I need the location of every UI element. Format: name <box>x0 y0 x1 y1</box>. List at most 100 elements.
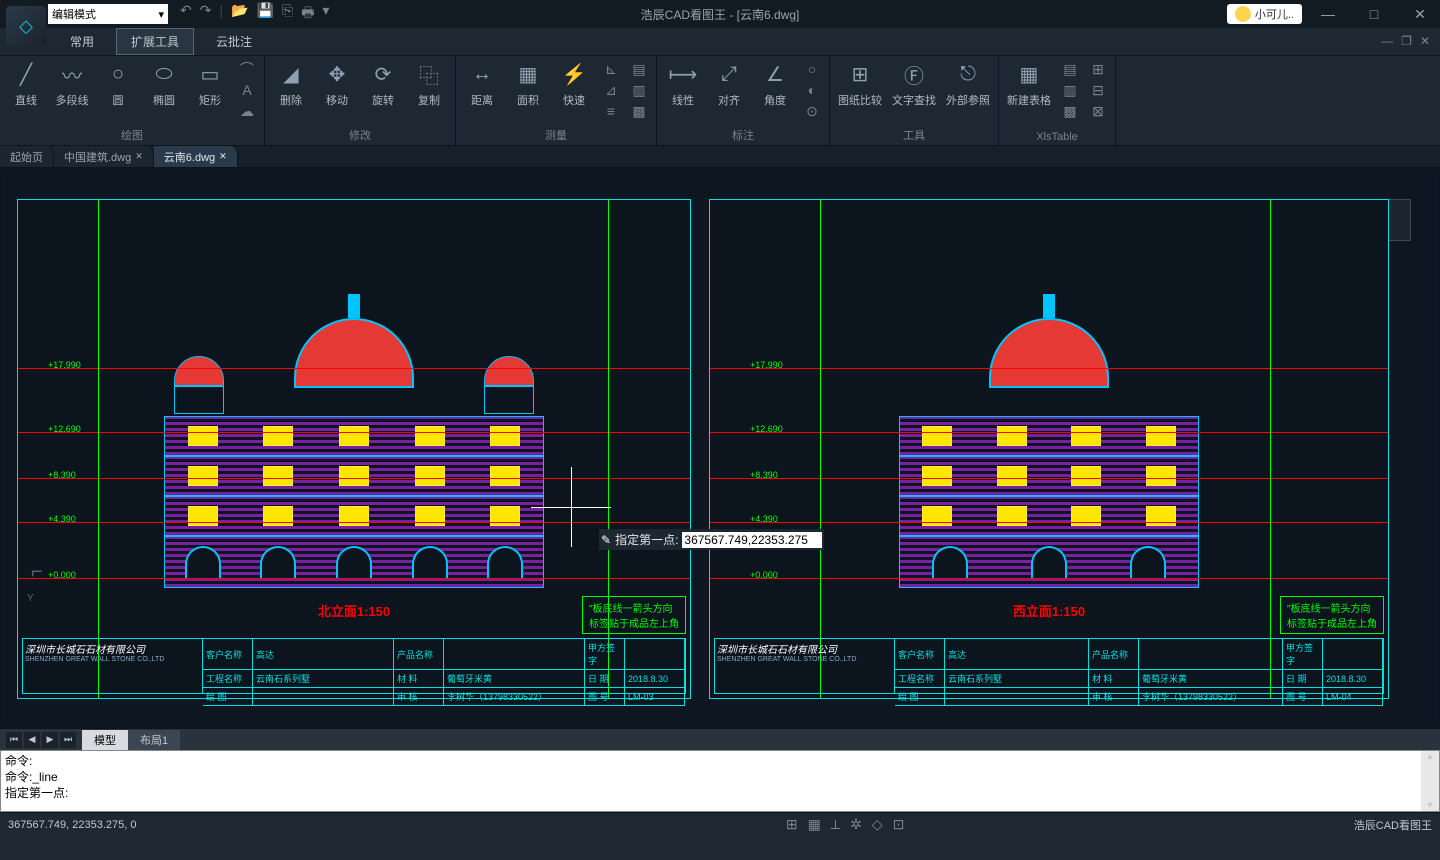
tab-china[interactable]: 中国建筑.dwg✕ <box>54 146 154 167</box>
measure-ext3-icon[interactable]: ≡ <box>602 102 620 120</box>
measure-ext5-icon[interactable]: ▥ <box>630 81 648 99</box>
tool-angle[interactable]: ∠角度 <box>757 60 793 108</box>
doc-close-icon[interactable]: ✕ <box>1420 34 1430 48</box>
doc-minimize-icon[interactable]: — <box>1381 34 1393 48</box>
tool-ellipse[interactable]: ⬭椭圆 <box>146 60 182 108</box>
save-icon[interactable]: 💾 <box>257 2 274 26</box>
tbl-ext3-icon[interactable]: ▩ <box>1061 102 1079 120</box>
viewport-west-elevation[interactable]: +17.990 +12.690 +8.390 +4.390 +0.000 西立面… <box>709 199 1389 699</box>
ortho-icon[interactable]: ⟂ <box>831 816 840 833</box>
drawing-canvas[interactable]: +17.990 +12.690 +8.390 +4.390 +0.000 北立面… <box>0 168 1440 728</box>
user-chip[interactable]: 小可儿.. <box>1227 4 1302 24</box>
text-icon[interactable]: A <box>238 81 256 99</box>
cmd-scrollbar[interactable]: ▴▾ <box>1421 751 1439 811</box>
tab-yunnan[interactable]: 云南6.dwg✕ <box>154 146 238 167</box>
layout-tab[interactable]: 布局1 <box>128 730 180 750</box>
angle-icon: ∠ <box>761 60 789 88</box>
tool-findtext[interactable]: Ⓕ文字查找 <box>892 60 936 108</box>
model-tab[interactable]: 模型 <box>82 730 128 750</box>
elev-label: +8.390 <box>48 470 76 480</box>
maximize-button[interactable]: □ <box>1354 0 1394 28</box>
tool-copy[interactable]: ⿻复制 <box>411 60 447 108</box>
snap-icon[interactable]: ⊞ <box>786 816 798 833</box>
close-icon[interactable]: ✕ <box>135 151 143 162</box>
menu-extend[interactable]: 扩展工具 <box>116 28 194 55</box>
nav-prev-icon[interactable]: ◀ <box>24 732 40 748</box>
tool-quick[interactable]: ⚡快速 <box>556 60 592 108</box>
tab-start[interactable]: 起始页 <box>0 146 54 167</box>
elev-label: +17.990 <box>750 360 783 370</box>
tool-move[interactable]: ✥移动 <box>319 60 355 108</box>
tblock-cell <box>1323 639 1383 670</box>
tbl-ext1-icon[interactable]: ▤ <box>1061 60 1079 78</box>
tbl-ext6-icon[interactable]: ⊠ <box>1089 102 1107 120</box>
tool-distance[interactable]: ↔距离 <box>464 60 500 108</box>
tool-circle[interactable]: ○圆 <box>100 60 136 108</box>
document-tabs: 起始页 中国建筑.dwg✕ 云南6.dwg✕ <box>0 146 1440 168</box>
tool-linear[interactable]: ⟼线性 <box>665 60 701 108</box>
tbl-ext5-icon[interactable]: ⊟ <box>1089 81 1107 99</box>
viewport-north-elevation[interactable]: +17.990 +12.690 +8.390 +4.390 +0.000 北立面… <box>17 199 691 699</box>
nav-next-icon[interactable]: ▶ <box>42 732 58 748</box>
elev-label: +0.000 <box>48 570 76 580</box>
menu-cloud[interactable]: 云批注 <box>202 29 266 54</box>
user-name: 小可儿.. <box>1255 6 1294 22</box>
tool-compare[interactable]: ⊞图纸比较 <box>838 60 882 108</box>
polar-icon[interactable]: ✲ <box>850 816 862 833</box>
close-button[interactable]: ✕ <box>1400 0 1440 28</box>
title-block-left: 深圳市长城石石材有限公司SHENZHEN GREAT WALL STONE CO… <box>22 638 686 694</box>
ucs-icon: ⌐Y <box>31 561 43 607</box>
move-icon: ✥ <box>323 60 351 88</box>
grid-icon[interactable]: ▦ <box>808 816 821 833</box>
nav-first-icon[interactable]: ⏮ <box>6 732 22 748</box>
tool-rect[interactable]: ▭矩形 <box>192 60 228 108</box>
tool-polyline[interactable]: 〰多段线 <box>54 60 90 108</box>
undo-icon[interactable]: ↶ <box>180 2 192 26</box>
cloud-icon[interactable]: ☁ <box>238 102 256 120</box>
measure-ext6-icon[interactable]: ▩ <box>630 102 648 120</box>
cmd-line: 命令:_line <box>5 769 1417 785</box>
tool-xref[interactable]: ⎋外部参照 <box>946 60 990 108</box>
tool-delete[interactable]: ◢删除 <box>273 60 309 108</box>
open-icon[interactable]: 📂 <box>231 2 248 26</box>
tool-newtable[interactable]: ▦新建表格 <box>1007 60 1051 108</box>
more-icon[interactable]: ▾ <box>322 2 329 26</box>
app-logo[interactable] <box>6 6 46 46</box>
otrack-icon[interactable]: ⊡ <box>893 816 905 833</box>
doc-restore-icon[interactable]: ❐ <box>1401 34 1412 48</box>
tool-rotate[interactable]: ⟳旋转 <box>365 60 401 108</box>
ann-ext1-icon[interactable]: ○ <box>803 60 821 78</box>
dropdown-icon: ▾ <box>158 8 164 21</box>
tblock-cell: 审 核 <box>394 688 444 706</box>
tblock-cell: 日 期 <box>1283 670 1323 688</box>
tblock-cell <box>1139 639 1283 670</box>
tblock-cell: 甲方签字 <box>1283 639 1323 670</box>
mode-select[interactable]: 编辑模式 ▾ <box>48 4 168 24</box>
ann-ext2-icon[interactable]: ◐ <box>803 81 821 99</box>
arc-icon[interactable]: ⌒ <box>238 60 256 78</box>
redo-icon[interactable]: ↷ <box>200 2 212 26</box>
measure-ext1-icon[interactable]: ⊾ <box>602 60 620 78</box>
ann-ext3-icon[interactable]: ⊙ <box>803 102 821 120</box>
cmd-line: 命令: <box>5 753 1417 769</box>
minimize-button[interactable]: — <box>1308 0 1348 28</box>
eraser-icon: ◢ <box>277 60 305 88</box>
tbl-ext2-icon[interactable]: ▥ <box>1061 81 1079 99</box>
print-icon[interactable]: 🖶 <box>301 2 314 26</box>
menu-common[interactable]: 常用 <box>56 29 108 54</box>
dyn-input-field[interactable] <box>682 532 822 548</box>
measure-ext2-icon[interactable]: ⊿ <box>602 81 620 99</box>
osnap-icon[interactable]: ◇ <box>872 816 883 833</box>
tblock-cell <box>253 688 394 706</box>
tbl-ext4-icon[interactable]: ⊞ <box>1089 60 1107 78</box>
avatar-icon <box>1235 6 1251 22</box>
command-area[interactable]: 命令: 命令:_line 指定第一点: ▴▾ <box>0 750 1440 812</box>
tool-aligned[interactable]: ⤢对齐 <box>711 60 747 108</box>
nav-last-icon[interactable]: ⏭ <box>60 732 76 748</box>
tool-line[interactable]: ╱直线 <box>8 60 44 108</box>
saveas-icon[interactable]: ⎘ <box>282 2 293 26</box>
tool-area[interactable]: ▦面积 <box>510 60 546 108</box>
tblock-cell: 日 期 <box>585 670 625 688</box>
close-icon[interactable]: ✕ <box>219 151 227 162</box>
measure-ext4-icon[interactable]: ▤ <box>630 60 648 78</box>
